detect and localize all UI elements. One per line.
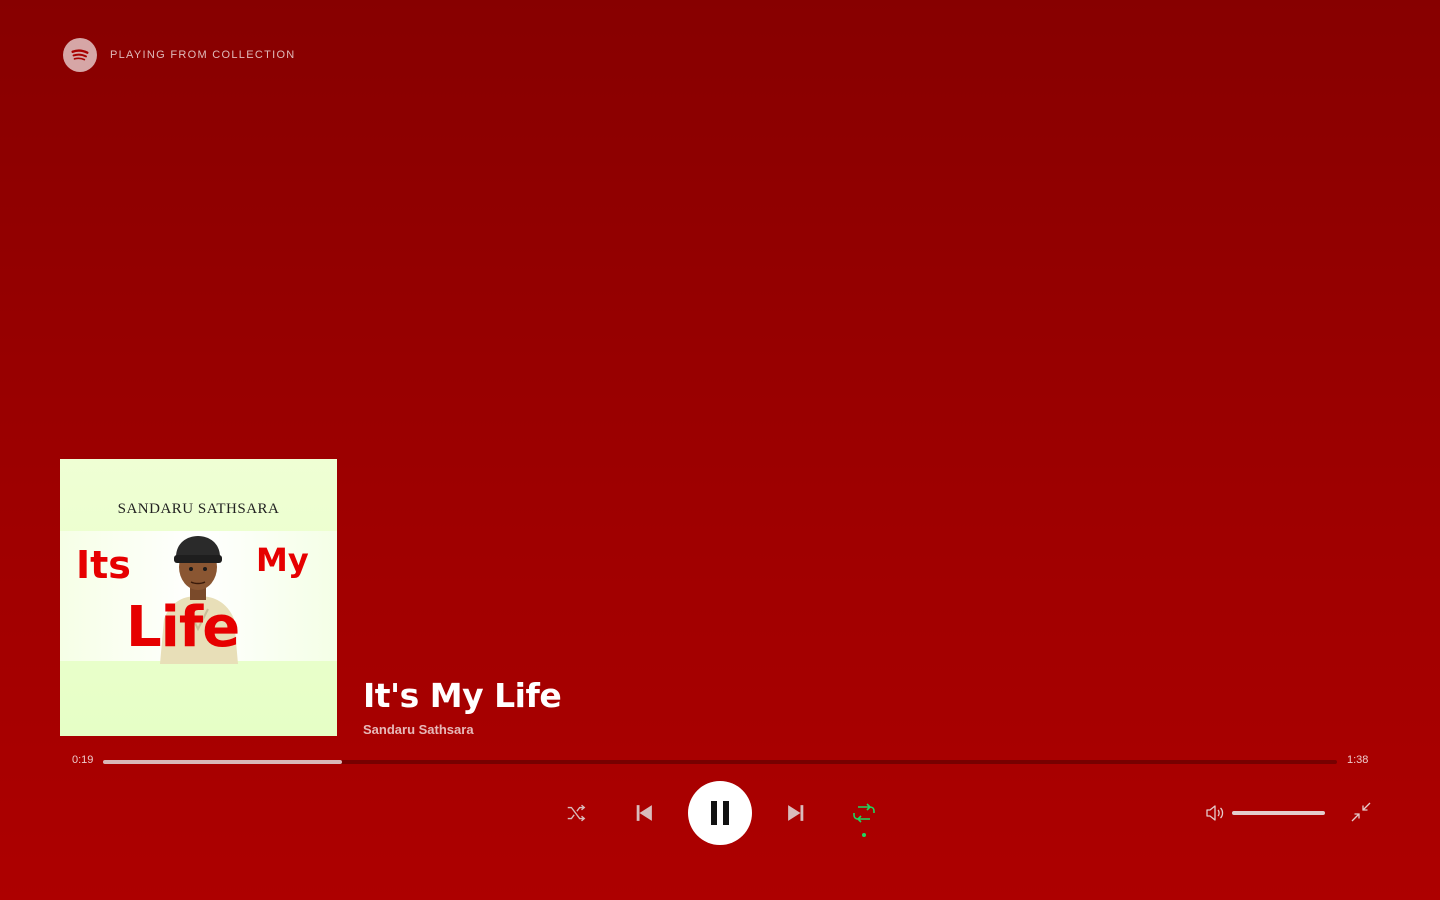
progress-bar[interactable]: [103, 760, 1337, 764]
spotify-logo-icon: [63, 38, 97, 72]
skip-forward-icon: [788, 805, 804, 821]
mute-button[interactable]: [1203, 801, 1227, 825]
next-button[interactable]: [782, 799, 810, 827]
track-artist[interactable]: Sandaru Sathsara: [363, 722, 561, 737]
minimize-icon: [1351, 802, 1371, 822]
shuffle-button[interactable]: [562, 799, 590, 827]
repeat-active-indicator: [862, 833, 866, 837]
volume-slider-fill: [1232, 811, 1325, 815]
player-header: PLAYING FROM COLLECTION: [63, 38, 296, 72]
total-duration: 1:38: [1347, 754, 1369, 766]
cover-word-life: Life: [126, 595, 240, 660]
play-pause-button[interactable]: [688, 781, 752, 845]
shuffle-icon: [567, 804, 586, 822]
elapsed-time: 0:19: [72, 754, 94, 766]
repeat-button[interactable]: [850, 799, 878, 827]
volume-slider[interactable]: [1232, 811, 1325, 815]
progress-bar-fill: [103, 760, 343, 764]
track-title[interactable]: It's My Life: [363, 674, 562, 718]
volume-icon: [1206, 805, 1224, 821]
album-cover[interactable]: SANDARU SATHSARA Its My Life: [60, 459, 337, 736]
pause-icon: [711, 801, 729, 825]
track-info: It's My Life Sandaru Sathsara: [363, 674, 562, 737]
previous-button[interactable]: [630, 799, 658, 827]
fullscreen-player: PLAYING FROM COLLECTION SANDARU SATHSARA…: [0, 0, 1440, 900]
skip-back-icon: [636, 805, 652, 821]
repeat-icon: [853, 803, 875, 823]
cover-word-its: Its: [76, 543, 131, 587]
cover-word-my: My: [256, 541, 309, 579]
exit-fullscreen-button[interactable]: [1348, 799, 1374, 825]
playing-from-label: PLAYING FROM COLLECTION: [110, 49, 296, 61]
